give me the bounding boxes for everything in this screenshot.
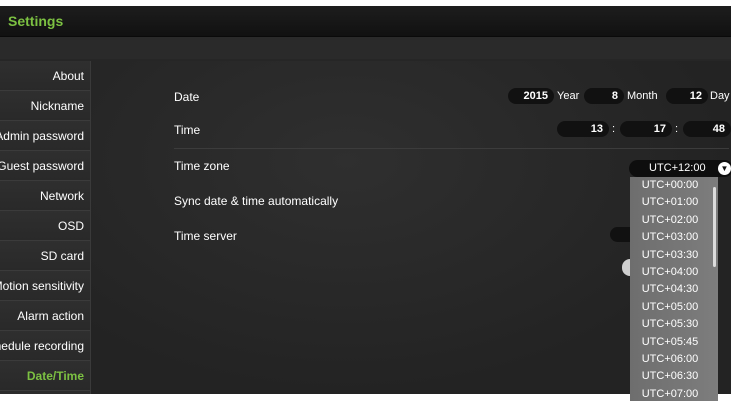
year-field[interactable]: 2015 <box>508 88 554 104</box>
time-separator: : <box>612 123 616 135</box>
header-stripe <box>0 37 731 59</box>
minute-field[interactable]: 17 <box>620 121 672 137</box>
dropdown-options: UTC+00:00 UTC+01:00 UTC+02:00 UTC+03:00 UTC+… <box>630 177 718 401</box>
timezone-option[interactable]: UTC+03:30 <box>630 247 718 264</box>
timezone-option[interactable]: UTC+00:00 <box>630 177 718 194</box>
sidebar: About Nickname Admin password Guest pass… <box>0 61 91 394</box>
sidebar-item-about[interactable]: About <box>0 61 90 91</box>
timezone-option[interactable]: UTC+04:00 <box>630 264 718 281</box>
time-server-input[interactable] <box>610 227 630 242</box>
timezone-dropdown-list: UTC+00:00 UTC+01:00 UTC+02:00 UTC+03:00 UTC+… <box>630 177 718 401</box>
sidebar-item-label: Motion sensitivity <box>0 278 84 293</box>
sidebar-item-admin-password[interactable]: Admin password <box>0 121 90 151</box>
title-bar: Settings <box>0 6 731 37</box>
second-field[interactable]: 48 <box>683 121 731 137</box>
sidebar-item-guest-password[interactable]: Guest password <box>0 151 90 181</box>
dropdown-scrollbar[interactable] <box>713 187 716 267</box>
timezone-option[interactable]: UTC+07:00 <box>630 386 718 401</box>
timezone-option[interactable]: UTC+03:00 <box>630 229 718 246</box>
day-unit: Day <box>710 90 730 102</box>
month-unit: Month <box>627 90 658 102</box>
time-server-label: Time server <box>174 229 237 243</box>
day-field[interactable]: 12 <box>666 88 708 104</box>
timezone-option[interactable]: UTC+06:00 <box>630 351 718 368</box>
sidebar-item-label: About <box>52 68 84 83</box>
sidebar-item-label: Admin password <box>0 128 84 143</box>
sidebar-item-label: SD card <box>40 248 84 263</box>
sidebar-item-motion-sensitivity[interactable]: Motion sensitivity <box>0 271 90 301</box>
sidebar-item-osd[interactable]: OSD <box>0 211 90 241</box>
sidebar-item-label: Network <box>39 188 84 203</box>
sidebar-item-label: OSD <box>57 218 84 233</box>
timezone-option[interactable]: UTC+04:30 <box>630 281 718 298</box>
divider <box>174 148 729 149</box>
chevron-down-icon[interactable]: ▼ <box>718 162 731 175</box>
sidebar-item-network[interactable]: Network <box>0 181 90 211</box>
sidebar-item-label: Alarm action <box>17 308 84 323</box>
time-label: Time <box>174 123 201 137</box>
sidebar-item-label: Schedule recording <box>0 338 84 353</box>
year-unit: Year <box>557 90 580 102</box>
timezone-select[interactable]: UTC+12:00 ▼ <box>629 160 731 177</box>
timezone-option[interactable]: UTC+06:30 <box>630 368 718 385</box>
timezone-label: Time zone <box>174 159 230 173</box>
app-title: Settings <box>8 13 64 29</box>
date-label: Date <box>174 90 200 104</box>
timezone-option[interactable]: UTC+05:30 <box>630 316 718 333</box>
sidebar-item-label: Date/Time <box>26 368 84 383</box>
sidebar-item-label: Guest password <box>0 158 84 173</box>
hour-field[interactable]: 13 <box>557 121 609 137</box>
settings-window: Settings About Nickname Admin password G… <box>0 6 731 401</box>
timezone-option[interactable]: UTC+01:00 <box>630 194 718 211</box>
sidebar-item-sd-card[interactable]: SD card <box>0 241 90 271</box>
sync-label: Sync date & time automatically <box>174 194 339 208</box>
sidebar-item-label: Nickname <box>30 98 84 113</box>
sidebar-item-date-time[interactable]: Date/Time <box>0 361 90 391</box>
toggle-switch[interactable] <box>622 259 630 276</box>
timezone-selected-value: UTC+12:00 <box>649 162 706 174</box>
time-separator: : <box>675 123 679 135</box>
sidebar-item-alarm-action[interactable]: Alarm action <box>0 301 90 331</box>
timezone-option[interactable]: UTC+05:00 <box>630 299 718 316</box>
sidebar-item-nickname[interactable]: Nickname <box>0 91 90 121</box>
timezone-option[interactable]: UTC+02:00 <box>630 212 718 229</box>
main-panel: Date 2015 Year 8 Month 12 Day Time 13 : … <box>91 61 731 401</box>
sidebar-item-schedule-recording[interactable]: Schedule recording <box>0 331 90 361</box>
timezone-option[interactable]: UTC+05:45 <box>630 334 718 351</box>
month-field[interactable]: 8 <box>584 88 624 104</box>
